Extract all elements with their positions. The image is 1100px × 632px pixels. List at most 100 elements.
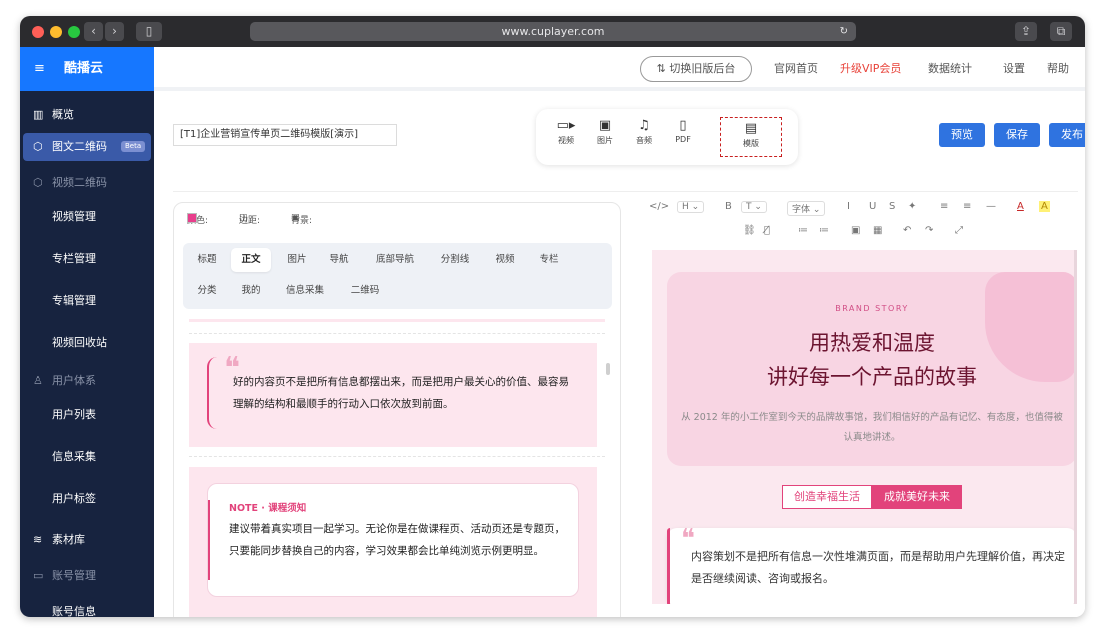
sidebar-item-overview[interactable]: ▥ 概览 bbox=[20, 101, 154, 129]
address-bar[interactable]: www.cuplayer.com ↻ bbox=[250, 22, 856, 41]
forward-icon[interactable]: › bbox=[105, 22, 124, 41]
preview-button[interactable]: 预览 bbox=[939, 123, 985, 147]
nav-settings-link[interactable]: 设置 bbox=[1003, 47, 1025, 91]
insert-video-button[interactable]: ▭▸ 视频 bbox=[551, 117, 581, 146]
magic-format-icon[interactable]: ✦ bbox=[908, 201, 916, 212]
component-tab[interactable]: 专栏 bbox=[533, 248, 565, 272]
chart-bar-icon: ▥ bbox=[33, 108, 44, 121]
switch-old-backend-button[interactable]: ⇅ 切换旧版后台 bbox=[640, 56, 752, 82]
sidebar-item-video-manage[interactable]: 视频管理 bbox=[20, 203, 154, 231]
heading-select[interactable]: H ⌄ bbox=[677, 201, 705, 213]
insert-image-button[interactable]: ▣ 图片 bbox=[590, 117, 620, 146]
sidebar-item-video-recycle[interactable]: 视频回收站 bbox=[20, 329, 154, 357]
component-tab[interactable]: 信息采集 bbox=[279, 279, 331, 303]
underline-icon[interactable]: U bbox=[869, 201, 876, 212]
align-left-icon[interactable]: ≡ bbox=[940, 201, 948, 212]
redo-icon[interactable]: ↷ bbox=[925, 225, 933, 236]
nav-vip-link[interactable]: 升级VIP会员 bbox=[840, 47, 901, 91]
save-button[interactable]: 保存 bbox=[994, 123, 1040, 147]
fullscreen-icon[interactable]: ⤢ bbox=[955, 225, 963, 236]
component-tab[interactable]: 分类 bbox=[191, 279, 223, 303]
sidebar-item-label: 图文二维码 bbox=[52, 140, 107, 153]
layers-icon: ≋ bbox=[33, 533, 43, 546]
block-divider bbox=[189, 456, 605, 457]
block-divider bbox=[189, 333, 605, 334]
document-title-input[interactable]: [T1]企业营销宣传单页二维码模版[演示] bbox=[173, 124, 397, 146]
insert-audio-button[interactable]: ♫ 音频 bbox=[629, 117, 659, 146]
sidebar-item-qr-video[interactable]: ⬡ 视频二维码 bbox=[20, 169, 154, 197]
tabs-overview-icon[interactable]: ⧉ bbox=[1050, 22, 1072, 41]
sidebar-item-label: 专辑管理 bbox=[52, 294, 96, 307]
quote-block[interactable]: ❝ 好的内容页不是把所有信息都摆出来，而是把用户最关心的价值、最容易理解的结构和… bbox=[189, 343, 597, 447]
share-icon[interactable]: ⇪ bbox=[1015, 22, 1037, 41]
hero-subtitle: 从 2012 年的小工作室到今天的品牌故事馆，我们相信好的产品有记忆、有态度，也… bbox=[681, 412, 1063, 443]
horizontal-rule-icon[interactable]: — bbox=[986, 201, 996, 212]
sidebar-item-label: 用户列表 bbox=[52, 408, 96, 421]
scrollbar-thumb[interactable] bbox=[606, 363, 610, 375]
component-tab[interactable]: 正文 bbox=[231, 248, 271, 272]
sidebar-item-label: 用户标签 bbox=[52, 492, 96, 505]
publish-button[interactable]: 发布 bbox=[1049, 123, 1085, 147]
sidebar-item-user-list[interactable]: 用户列表 bbox=[20, 401, 154, 429]
sidebar-item-user-system[interactable]: ♙ 用户体系 bbox=[20, 367, 154, 395]
insert-image-icon[interactable]: ▣ bbox=[851, 225, 860, 236]
component-tab[interactable]: 图片 bbox=[281, 248, 313, 272]
block-divider bbox=[189, 319, 605, 322]
sidebar-item-label: 视频二维码 bbox=[52, 176, 107, 189]
note-block[interactable]: NOTE · 课程须知 建议带着真实项目一起学习。无论你是在做课程页、活动页还是… bbox=[189, 467, 597, 617]
component-tab[interactable]: 视频 bbox=[489, 248, 521, 272]
sidebar-item-column-manage[interactable]: 专栏管理 bbox=[20, 245, 154, 273]
brand-header: ≡ 酷播云 bbox=[20, 47, 154, 91]
bold-icon[interactable]: B bbox=[725, 201, 732, 212]
minimize-window-icon[interactable] bbox=[50, 26, 62, 38]
brand-name: 酷播云 bbox=[64, 61, 104, 76]
insert-table-icon[interactable]: ▦ bbox=[873, 225, 882, 236]
text-size-select[interactable]: T ⌄ bbox=[741, 201, 767, 213]
sidebar-item-label: 账号管理 bbox=[52, 569, 96, 582]
sidebar-item-account-manage[interactable]: ▭ 账号管理 bbox=[20, 562, 154, 590]
component-tab[interactable]: 分割线 bbox=[433, 248, 477, 272]
link-icon[interactable]: ⛓ bbox=[743, 225, 756, 236]
component-tab[interactable]: 导航 bbox=[323, 248, 355, 272]
insert-pdf-button[interactable]: ▯ PDF bbox=[668, 117, 698, 144]
top-navigation: ⇅ 切换旧版后台 官网首页 升级VIP会员 数据统计 设置 帮助 bbox=[154, 47, 1085, 91]
sidebar-item-album-manage[interactable]: 专辑管理 bbox=[20, 287, 154, 315]
sidebar-item-info-collect[interactable]: 信息采集 bbox=[20, 443, 154, 471]
reload-icon[interactable]: ↻ bbox=[840, 22, 848, 41]
component-tab[interactable]: 我的 bbox=[235, 279, 267, 303]
rich-text-editor: </> H ⌄ B T ⌄ 字体 ⌄ I U S ✦ ≡ ≡ — A A ⛓ ⛓̸ ≔ ≔ ▣ ▦ ↶ ↷ ⤢ BRAND… bbox=[633, 192, 1085, 617]
component-tab[interactable]: 二维码 bbox=[343, 279, 387, 303]
font-family-select[interactable]: 字体 ⌄ bbox=[787, 201, 826, 216]
sidebar-item-user-tags[interactable]: 用户标签 bbox=[20, 485, 154, 513]
menu-icon[interactable]: ≡ bbox=[34, 47, 45, 91]
code-view-icon[interactable]: </> bbox=[649, 201, 669, 212]
ordered-list-icon[interactable]: ≔ bbox=[798, 225, 808, 236]
component-tab[interactable]: 底部导航 bbox=[369, 248, 421, 272]
align-center-icon[interactable]: ≡ bbox=[963, 201, 971, 212]
maximize-window-icon[interactable] bbox=[68, 26, 80, 38]
font-color-icon[interactable]: A bbox=[1017, 201, 1024, 212]
undo-icon[interactable]: ↶ bbox=[903, 225, 911, 236]
highlight-color-icon[interactable]: A bbox=[1039, 201, 1050, 212]
preview-scrollbar[interactable] bbox=[1074, 250, 1077, 604]
tag-happy-life[interactable]: 创造幸福生活 bbox=[782, 485, 872, 509]
bullet-list-icon[interactable]: ≔ bbox=[819, 225, 829, 236]
note-text: 建议带着真实项目一起学习。无论你是在做课程页、活动页还是专题页，只要能同步替换自… bbox=[229, 523, 565, 557]
sidebar-toggle-icon[interactable]: ▯ bbox=[136, 22, 162, 41]
nav-stats-link[interactable]: 数据统计 bbox=[928, 47, 972, 91]
italic-icon[interactable]: I bbox=[847, 201, 850, 212]
sidebar-item-material-library[interactable]: ≋ 素材库 bbox=[20, 526, 154, 554]
nav-home-link[interactable]: 官网首页 bbox=[774, 47, 818, 91]
unlink-icon[interactable]: ⛓̸ bbox=[764, 225, 770, 236]
insert-template-button[interactable]: ▤ 模版 bbox=[720, 117, 782, 157]
strikethrough-icon[interactable]: S bbox=[889, 201, 895, 212]
sidebar-item-account-info[interactable]: 账号信息 bbox=[20, 598, 154, 617]
color-swatch[interactable] bbox=[187, 213, 197, 223]
nav-help-link[interactable]: 帮助 bbox=[1047, 47, 1069, 91]
video-icon: ▭▸ bbox=[556, 118, 576, 133]
component-tab[interactable]: 标题 bbox=[191, 248, 223, 272]
back-icon[interactable]: ‹ bbox=[84, 22, 103, 41]
tag-better-future[interactable]: 成就美好未来 bbox=[872, 485, 962, 509]
close-window-icon[interactable] bbox=[32, 26, 44, 38]
sidebar-item-qr-article[interactable]: ⬡ 图文二维码 Beta bbox=[23, 133, 151, 161]
